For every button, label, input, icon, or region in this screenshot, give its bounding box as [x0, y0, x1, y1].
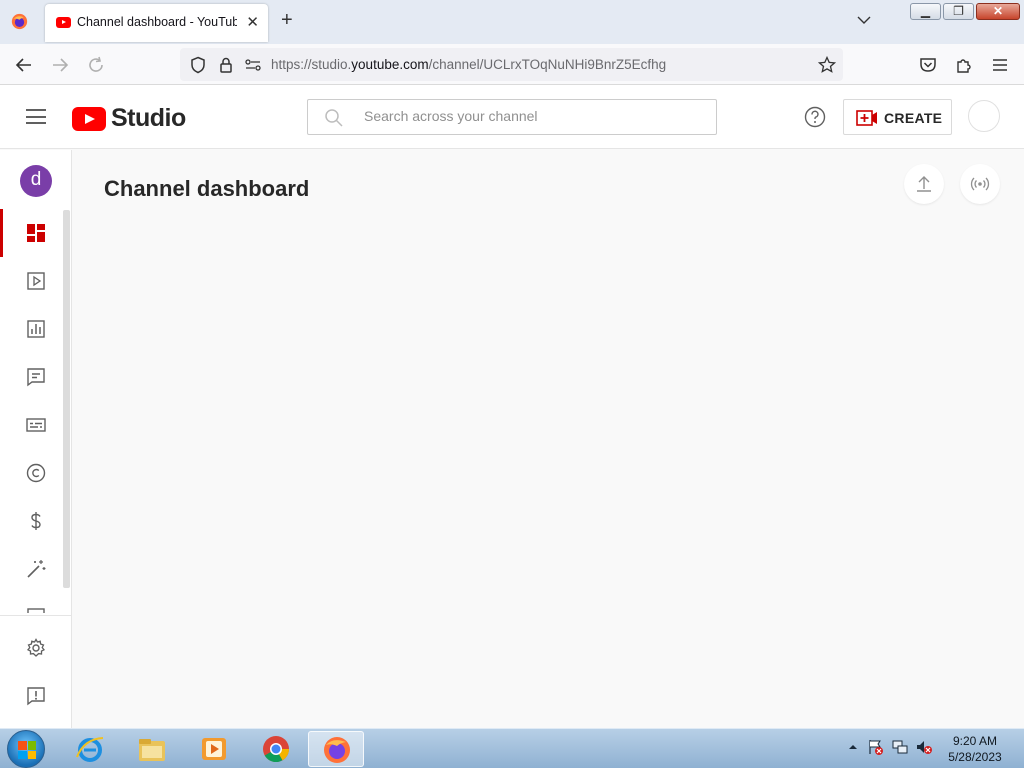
taskbar-chrome[interactable] [248, 731, 304, 767]
copyright-icon [26, 463, 46, 483]
url-text: https://studio.youtube.com/channel/UCLrx… [271, 57, 666, 72]
tab-title: Channel dashboard - YouTube [77, 15, 237, 29]
close-icon: ✕ [992, 4, 1004, 18]
create-button-label: CREATE [884, 110, 943, 126]
dashboard-main: Channel dashboard [72, 150, 1024, 728]
firefox-icon [324, 737, 350, 763]
network-icon[interactable] [891, 738, 909, 756]
studio-sidebar: d [0, 150, 72, 728]
comments-icon [27, 368, 45, 387]
channel-search-box[interactable] [307, 99, 717, 135]
sidebar-item-subtitles[interactable] [0, 401, 64, 449]
url-prefix: https://studio. [271, 57, 352, 72]
sidebar-item-audio-library[interactable] [0, 593, 64, 613]
go-live-button[interactable] [960, 164, 1000, 204]
sidebar-item-customization[interactable] [0, 545, 64, 593]
taskbar-internet-explorer[interactable] [62, 731, 118, 767]
browser-tab-active[interactable]: Channel dashboard - YouTube ✕ [45, 4, 268, 42]
volume-muted-icon[interactable] [915, 738, 933, 756]
action-center-flag-icon[interactable] [866, 738, 884, 756]
restore-button[interactable]: ❐ [943, 3, 974, 20]
sidebar-item-content[interactable] [0, 257, 64, 305]
tracking-protection-shield-icon[interactable] [189, 56, 207, 74]
studio-logo-text: Studio [111, 104, 186, 132]
tab-close-icon[interactable]: ✕ [246, 13, 259, 31]
sidebar-scrollbar[interactable] [63, 210, 70, 588]
firefox-menu-icon[interactable] [11, 13, 28, 30]
url-domain: youtube.com [351, 57, 429, 72]
sidebar-item-earn[interactable] [0, 497, 64, 545]
search-icon [325, 109, 343, 127]
taskbar-clock[interactable]: 9:20 AM 5/28/2023 [944, 733, 1006, 765]
dollar-icon [31, 512, 41, 530]
windows-taskbar: 9:20 AM 5/28/2023 [0, 728, 1024, 768]
browser-titlebar: Channel dashboard - YouTube ✕ + ▁ ❐ ✕ [0, 0, 1024, 44]
start-button[interactable] [7, 730, 45, 768]
extensions-icon[interactable] [955, 56, 973, 74]
sidebar-item-comments[interactable] [0, 353, 64, 401]
subtitles-icon [26, 418, 46, 432]
clock-date: 5/28/2023 [948, 750, 1002, 764]
sidebar-item-analytics[interactable] [0, 305, 64, 353]
taskbar-media-player[interactable] [186, 731, 242, 767]
sidebar-item-copyright[interactable] [0, 449, 64, 497]
bookmark-star-icon[interactable] [818, 56, 836, 74]
windows-logo-icon [18, 741, 36, 759]
create-video-icon [856, 110, 877, 126]
reload-icon[interactable] [87, 56, 105, 74]
address-bar[interactable]: https://studio.youtube.com/channel/UCLrx… [180, 48, 843, 81]
taskbar-firefox[interactable] [308, 731, 364, 767]
new-tab-button[interactable]: + [281, 9, 293, 32]
sidebar-divider [0, 615, 71, 616]
minimize-icon: ▁ [920, 4, 931, 18]
analytics-icon [27, 320, 45, 338]
permissions-icon[interactable] [244, 56, 262, 74]
content-icon [27, 272, 45, 290]
account-avatar[interactable] [968, 100, 1000, 132]
dashboard-icon [27, 224, 45, 242]
magic-wand-icon [27, 560, 46, 578]
clock-time: 9:20 AM [952, 734, 998, 748]
feedback-icon [27, 687, 45, 706]
sidebar-item-settings[interactable] [0, 624, 64, 672]
sidebar-item-send-feedback[interactable] [0, 672, 64, 720]
help-icon[interactable] [804, 106, 826, 128]
folder-icon [139, 739, 165, 761]
app-menu-icon[interactable] [991, 56, 1009, 74]
show-hidden-icons-icon[interactable] [844, 738, 862, 756]
chrome-icon [263, 736, 290, 763]
upload-videos-button[interactable] [904, 164, 944, 204]
studio-logo[interactable]: Studio [72, 104, 186, 133]
back-icon[interactable] [15, 56, 33, 74]
minimize-button[interactable]: ▁ [910, 3, 941, 20]
list-all-tabs-icon[interactable] [856, 12, 872, 28]
window-controls: ▁ ❐ ✕ [910, 3, 1020, 20]
youtube-favicon-icon [56, 17, 71, 28]
internet-explorer-icon [76, 737, 104, 762]
create-button[interactable]: CREATE [843, 99, 952, 135]
live-broadcast-icon [970, 177, 990, 191]
close-window-button[interactable]: ✕ [976, 3, 1020, 20]
page-title: Channel dashboard [104, 176, 310, 201]
youtube-logo-icon [72, 106, 106, 131]
gear-icon [26, 638, 46, 657]
media-player-icon [202, 738, 226, 760]
hamburger-menu-icon[interactable] [26, 109, 46, 124]
search-input[interactable] [364, 108, 704, 124]
lock-icon[interactable] [217, 56, 235, 74]
restore-icon: ❐ [953, 4, 964, 18]
channel-avatar[interactable]: d [20, 165, 52, 197]
studio-header: Studio CREATE [0, 85, 1024, 149]
pocket-icon[interactable] [919, 56, 937, 74]
taskbar-file-explorer[interactable] [124, 731, 180, 767]
forward-icon[interactable] [51, 56, 69, 74]
url-path: /channel/UCLrxTOqNuNHi9BnrZ5Ecfhg [428, 57, 667, 72]
browser-navbar: https://studio.youtube.com/channel/UCLrx… [0, 44, 1024, 85]
audio-library-icon [27, 608, 45, 613]
upload-icon [917, 176, 931, 192]
sidebar-item-dashboard[interactable] [0, 209, 64, 257]
